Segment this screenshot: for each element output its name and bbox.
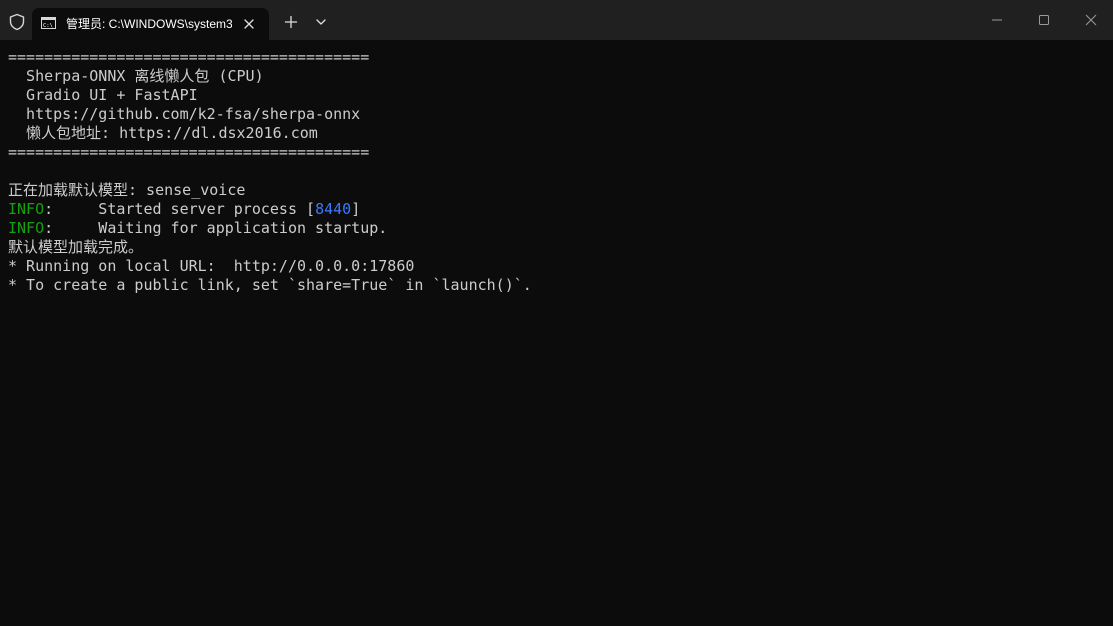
terminal-output[interactable]: ========================================…: [8, 48, 1104, 618]
info-text: : Waiting for application startup.: [44, 219, 388, 237]
tab-title: 管理员: C:\WINDOWS\system32\cmd.exe: [66, 17, 232, 31]
chevron-down-icon[interactable]: [314, 17, 328, 27]
banner-subtitle: Gradio UI + FastAPI: [8, 86, 198, 104]
title-bar: C:\ 管理员: C:\WINDOWS\system32\cmd.exe: [0, 0, 1113, 40]
minimize-icon[interactable]: [986, 11, 1008, 29]
info-tag: INFO: [8, 200, 45, 218]
info-server-process-line: INFO: Started server process [8440]: [8, 200, 1104, 219]
banner-repo-url: https://github.com/k2-fsa/sherpa-onnx: [8, 105, 361, 123]
terminal-window: C:\ 管理员: C:\WINDOWS\system32\cmd.exe ===…: [0, 0, 1113, 626]
loading-model-line: 正在加载默认模型: sense_voice: [8, 181, 246, 199]
local-url-line: * Running on local URL: http://0.0.0.0:1…: [8, 257, 415, 275]
maximize-icon[interactable]: [1033, 11, 1055, 29]
plus-icon[interactable]: [283, 14, 299, 30]
public-link-line: * To create a public link, set `share=Tr…: [8, 276, 532, 294]
banner-title: Sherpa-ONNX 离线懒人包 (CPU): [8, 67, 264, 85]
info-text-end: ]: [351, 200, 361, 218]
info-tag: INFO: [8, 219, 45, 237]
banner-rule-bottom: ========================================: [8, 143, 370, 161]
info-startup-line: INFO: Waiting for application startup.: [8, 219, 1104, 238]
tab-cmd[interactable]: C:\ 管理员: C:\WINDOWS\system32\cmd.exe: [32, 8, 269, 40]
close-icon[interactable]: [241, 16, 257, 32]
shield-icon[interactable]: [8, 13, 26, 31]
banner-rule-top: ========================================: [8, 48, 370, 66]
terminal-icon: C:\: [41, 17, 56, 29]
process-id: 8440: [315, 200, 352, 218]
svg-text:C:\: C:\: [43, 23, 53, 29]
info-text: : Started server process [: [44, 200, 316, 218]
banner-download-url: 懒人包地址: https://dl.dsx2016.com: [8, 124, 318, 142]
model-loaded-line: 默认模型加载完成。: [8, 238, 144, 256]
close-icon[interactable]: [1080, 11, 1102, 29]
